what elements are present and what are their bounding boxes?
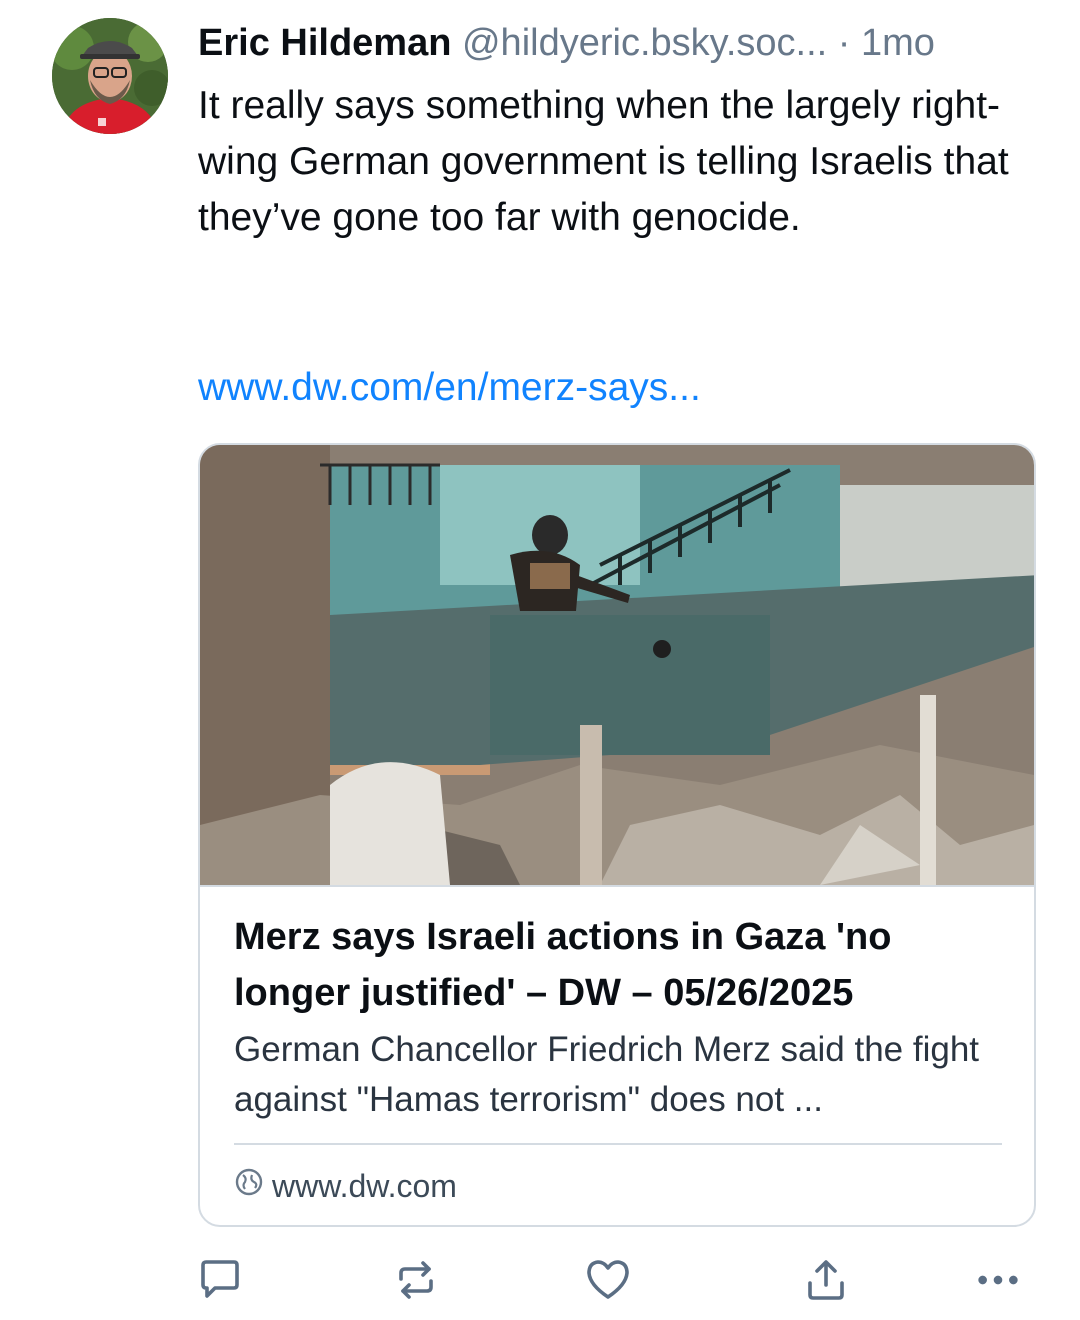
reply-button[interactable] — [196, 1256, 244, 1304]
globe-icon — [234, 1167, 264, 1205]
post-text: It really says something when the largel… — [198, 84, 1020, 239]
like-button[interactable] — [584, 1256, 632, 1304]
repost-button[interactable] — [392, 1256, 440, 1304]
author-name[interactable]: Eric Hildeman — [198, 22, 451, 64]
user-avatar-image — [52, 18, 168, 134]
share-icon — [808, 1260, 844, 1300]
author-avatar[interactable] — [52, 18, 168, 134]
more-icon — [978, 1275, 1018, 1285]
heart-icon — [587, 1260, 629, 1299]
card-description: German Chancellor Friedrich Merz said th… — [234, 1030, 980, 1119]
post-header: Eric Hildeman @hildyeric.bsky.soc... · 1… — [198, 18, 1048, 68]
share-button[interactable] — [802, 1256, 850, 1304]
card-domain: www.dw.com — [272, 1167, 457, 1204]
card-domain-row: www.dw.com — [234, 1161, 457, 1211]
author-handle[interactable]: @hildyeric.bsky.soc... — [462, 22, 827, 64]
link-preview-card[interactable]: Merz says Israeli actions in Gaza 'no lo… — [198, 443, 1036, 1227]
post-timestamp[interactable]: 1mo — [861, 22, 935, 64]
repost-icon — [399, 1261, 433, 1299]
card-divider — [234, 1143, 1002, 1145]
card-title: Merz says Israeli actions in Gaza 'no lo… — [234, 916, 892, 1014]
post-actions — [0, 1250, 1080, 1310]
article-photo — [200, 445, 1034, 887]
reply-icon — [201, 1260, 239, 1298]
header-separator: · — [837, 22, 851, 64]
more-button[interactable] — [974, 1256, 1022, 1304]
article-photo-illustration — [200, 445, 1034, 885]
post-link[interactable]: www.dw.com/en/merz-says... — [198, 360, 701, 416]
